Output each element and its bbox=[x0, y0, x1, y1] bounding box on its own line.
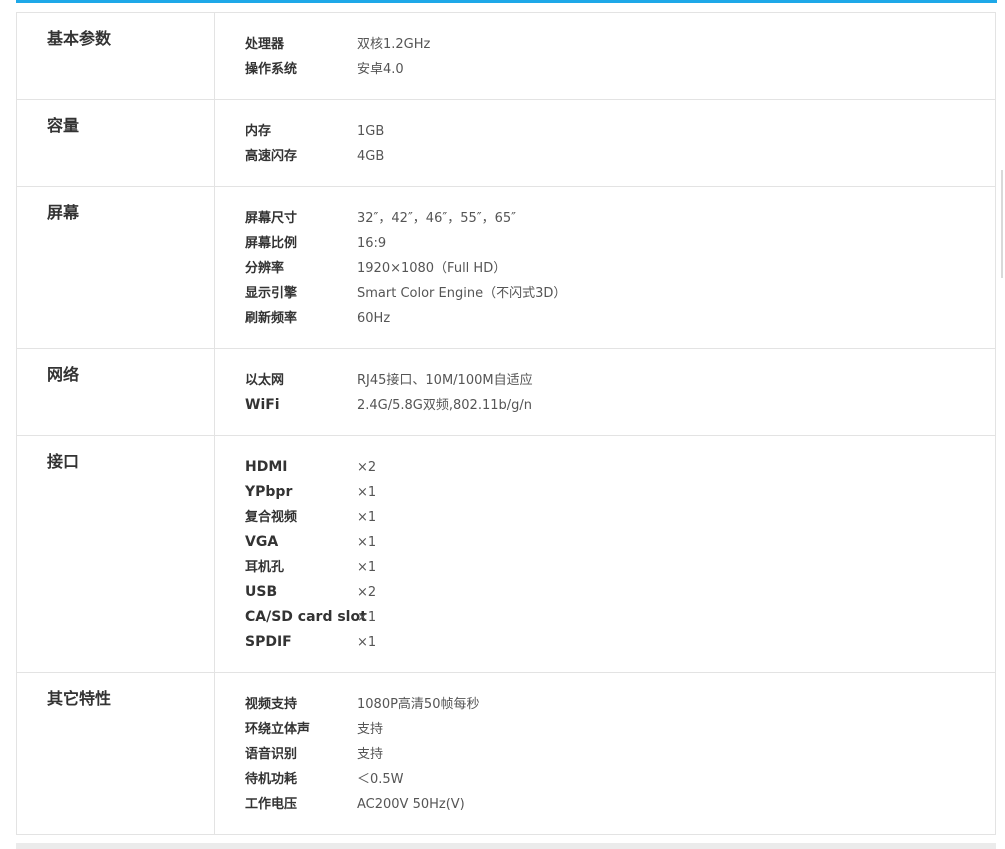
spec-row: 屏幕比例 16:9 bbox=[245, 231, 995, 256]
spec-value: 60Hz bbox=[357, 311, 391, 326]
spec-value: ×2 bbox=[357, 585, 377, 600]
spec-row: 视频支持 1080P高清50帧每秒 bbox=[245, 692, 995, 717]
spec-section-network: 网络 以太网 RJ45接口、10M/100M自适应 WiFi 2.4G/5.8G… bbox=[17, 348, 995, 435]
spec-row: HDMI ×2 bbox=[245, 455, 995, 480]
spec-row: 高速闪存 4GB bbox=[245, 144, 995, 169]
spec-key: 以太网 bbox=[245, 373, 285, 388]
bottom-divider bbox=[16, 843, 996, 849]
spec-value: AC200V 50Hz(V) bbox=[357, 797, 465, 812]
spec-key: 屏幕尺寸 bbox=[245, 211, 298, 226]
spec-key: HDMI bbox=[245, 459, 288, 475]
spec-value: Smart Color Engine（不闪式3D） bbox=[357, 286, 567, 301]
spec-value: RJ45接口、10M/100M自适应 bbox=[357, 373, 533, 388]
spec-key: USB bbox=[245, 584, 278, 600]
spec-row: 耳机孔 ×1 bbox=[245, 555, 995, 580]
section-body: 以太网 RJ45接口、10M/100M自适应 WiFi 2.4G/5.8G双频,… bbox=[215, 349, 995, 435]
section-title: 基本参数 bbox=[17, 13, 215, 99]
top-accent-bar bbox=[16, 0, 997, 3]
spec-value: 1920×1080（Full HD） bbox=[357, 261, 507, 276]
spec-key: WiFi bbox=[245, 397, 280, 413]
spec-value: 1GB bbox=[357, 124, 385, 139]
spec-row: 操作系统 安卓4.0 bbox=[245, 57, 995, 82]
spec-value: 16:9 bbox=[357, 236, 387, 251]
spec-row: VGA ×1 bbox=[245, 530, 995, 555]
spec-key: 分辨率 bbox=[245, 261, 285, 276]
spec-section-other: 其它特性 视频支持 1080P高清50帧每秒 环绕立体声 支持 语音识别 支持 … bbox=[17, 672, 995, 834]
spec-row: YPbpr ×1 bbox=[245, 480, 995, 505]
spec-value: ×1 bbox=[357, 635, 377, 650]
spec-row: SPDIF ×1 bbox=[245, 630, 995, 655]
spec-row: 分辨率 1920×1080（Full HD） bbox=[245, 256, 995, 281]
spec-key: YPbpr bbox=[245, 484, 293, 500]
section-body: 内存 1GB 高速闪存 4GB bbox=[215, 100, 995, 186]
spec-key: 内存 bbox=[245, 124, 272, 139]
spec-value: ×1 bbox=[357, 560, 377, 575]
spec-value: 支持 bbox=[357, 747, 384, 762]
spec-table: 基本参数 处理器 双核1.2GHz 操作系统 安卓4.0 容量 内存 1GB 高… bbox=[16, 12, 996, 835]
spec-key: SPDIF bbox=[245, 634, 292, 650]
section-body: 屏幕尺寸 32″，42″，46″，55″，65″ 屏幕比例 16:9 分辨率 1… bbox=[215, 187, 995, 348]
section-title: 其它特性 bbox=[17, 673, 215, 834]
spec-key: 处理器 bbox=[245, 37, 285, 52]
spec-section-screen: 屏幕 屏幕尺寸 32″，42″，46″，55″，65″ 屏幕比例 16:9 分辨… bbox=[17, 186, 995, 348]
spec-row: 以太网 RJ45接口、10M/100M自适应 bbox=[245, 368, 995, 393]
spec-row: 环绕立体声 支持 bbox=[245, 717, 995, 742]
spec-row: 待机功耗 ＜0.5W bbox=[245, 767, 995, 792]
spec-key: 工作电压 bbox=[245, 797, 298, 812]
spec-key: 显示引擎 bbox=[245, 286, 298, 301]
section-body: 视频支持 1080P高清50帧每秒 环绕立体声 支持 语音识别 支持 待机功耗 … bbox=[215, 673, 995, 834]
spec-key: 待机功耗 bbox=[245, 772, 298, 787]
spec-key: 耳机孔 bbox=[245, 560, 285, 575]
spec-value: ×1 bbox=[357, 535, 377, 550]
section-title: 屏幕 bbox=[17, 187, 215, 348]
spec-value: 1080P高清50帧每秒 bbox=[357, 697, 480, 712]
spec-key: 屏幕比例 bbox=[245, 236, 298, 251]
spec-key: 高速闪存 bbox=[245, 149, 298, 164]
spec-section-capacity: 容量 内存 1GB 高速闪存 4GB bbox=[17, 99, 995, 186]
spec-key: 复合视频 bbox=[245, 510, 298, 525]
spec-key: 刷新频率 bbox=[245, 311, 298, 326]
spec-row: CA/SD card slot ×1 bbox=[245, 605, 995, 630]
spec-row: 显示引擎 Smart Color Engine（不闪式3D） bbox=[245, 281, 995, 306]
spec-key: CA/SD card slot bbox=[245, 609, 367, 625]
spec-row: WiFi 2.4G/5.8G双频,802.11b/g/n bbox=[245, 393, 995, 418]
spec-key: 语音识别 bbox=[245, 747, 298, 762]
section-title: 网络 bbox=[17, 349, 215, 435]
spec-row: 屏幕尺寸 32″，42″，46″，55″，65″ bbox=[245, 206, 995, 231]
spec-value: ×1 bbox=[357, 485, 377, 500]
spec-value: ×1 bbox=[357, 510, 377, 525]
spec-key: 环绕立体声 bbox=[245, 722, 311, 737]
section-body: 处理器 双核1.2GHz 操作系统 安卓4.0 bbox=[215, 13, 995, 99]
spec-value: 4GB bbox=[357, 149, 385, 164]
spec-section-basic: 基本参数 处理器 双核1.2GHz 操作系统 安卓4.0 bbox=[17, 13, 995, 99]
spec-row: USB ×2 bbox=[245, 580, 995, 605]
spec-value: 32″，42″，46″，55″，65″ bbox=[357, 211, 516, 226]
section-title: 接口 bbox=[17, 436, 215, 672]
section-title: 容量 bbox=[17, 100, 215, 186]
spec-key: 操作系统 bbox=[245, 62, 298, 77]
spec-row: 语音识别 支持 bbox=[245, 742, 995, 767]
spec-row: 处理器 双核1.2GHz bbox=[245, 32, 995, 57]
spec-value: ×1 bbox=[357, 610, 377, 625]
spec-key: VGA bbox=[245, 534, 279, 550]
section-body: HDMI ×2 YPbpr ×1 复合视频 ×1 VGA ×1 耳机孔 ×1 U… bbox=[215, 436, 995, 672]
spec-key: 视频支持 bbox=[245, 697, 298, 712]
spec-value: 安卓4.0 bbox=[357, 62, 404, 77]
spec-value: 支持 bbox=[357, 722, 384, 737]
spec-row: 刷新频率 60Hz bbox=[245, 306, 995, 331]
spec-value: 2.4G/5.8G双频,802.11b/g/n bbox=[357, 398, 532, 413]
scrollbar-thumb[interactable] bbox=[1001, 170, 1003, 278]
spec-value: ×2 bbox=[357, 460, 377, 475]
spec-value: ＜0.5W bbox=[357, 772, 404, 787]
spec-row: 复合视频 ×1 bbox=[245, 505, 995, 530]
spec-row: 内存 1GB bbox=[245, 119, 995, 144]
spec-value: 双核1.2GHz bbox=[357, 37, 431, 52]
spec-section-ports: 接口 HDMI ×2 YPbpr ×1 复合视频 ×1 VGA ×1 耳机孔 ×… bbox=[17, 435, 995, 672]
spec-row: 工作电压 AC200V 50Hz(V) bbox=[245, 792, 995, 817]
